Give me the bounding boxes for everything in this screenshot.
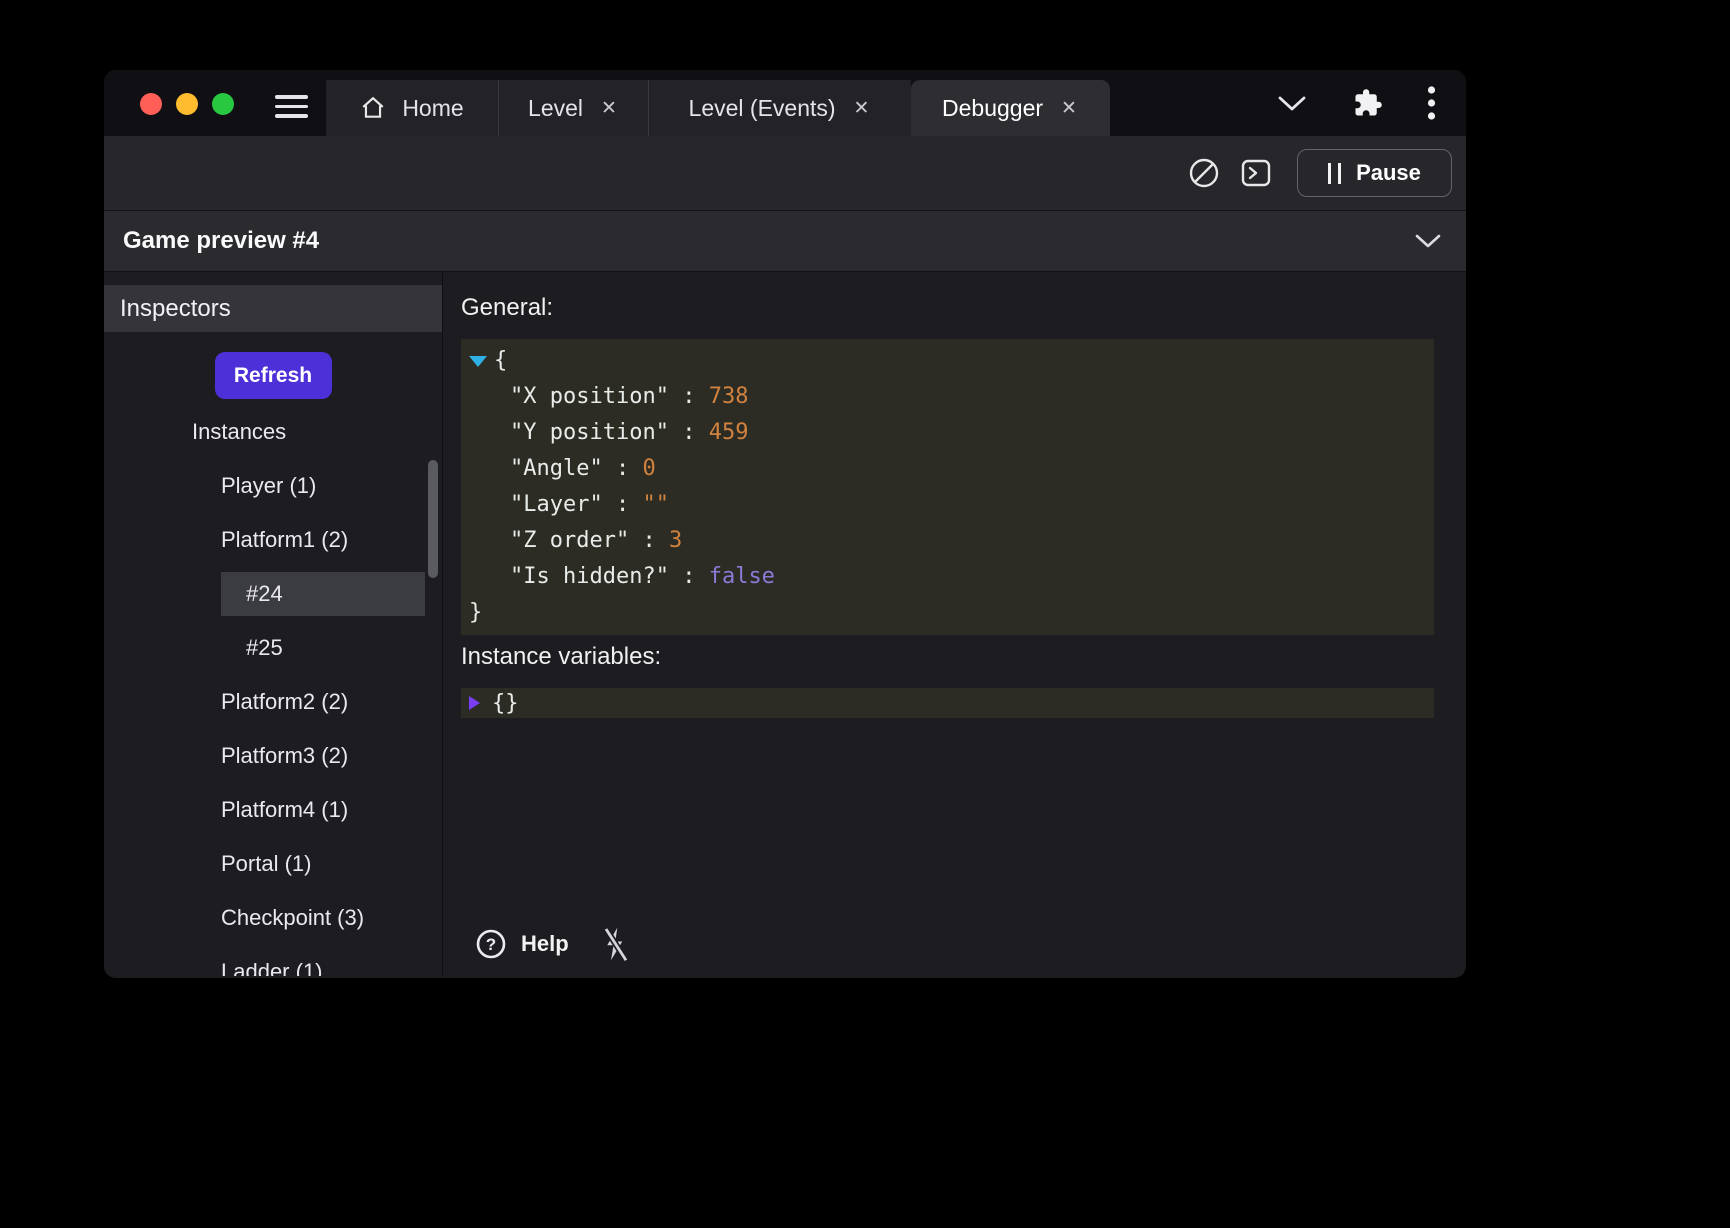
titlebar: Home Level ✕ Level (Events) ✕ Debugger ✕	[104, 70, 1466, 136]
main-menu-icon[interactable]	[275, 95, 308, 118]
tab-debugger[interactable]: Debugger ✕	[911, 80, 1110, 136]
help-icon[interactable]: ?	[475, 928, 507, 960]
tree-item-instance-25[interactable]: #25	[104, 621, 442, 675]
debugger-toolbar: Pause	[104, 136, 1466, 210]
tree-item-platform4[interactable]: Platform4 (1)	[104, 783, 442, 837]
general-json-view: { "X position" : 738 "Y position" : 459 …	[461, 339, 1434, 635]
tab-label: Debugger	[942, 95, 1043, 122]
more-options-kebab-icon[interactable]	[1427, 85, 1436, 121]
help-label[interactable]: Help	[521, 931, 569, 957]
tree-item-instance-24[interactable]: #24	[104, 567, 442, 621]
json-property-row[interactable]: "Z order" : 3	[461, 523, 1434, 559]
question-mark-glyph: ?	[486, 935, 496, 954]
window-controls	[140, 93, 234, 115]
inspectors-header-label: Inspectors	[120, 295, 231, 323]
flash-off-icon[interactable]	[601, 925, 631, 963]
game-preview-header: Game preview #4	[104, 210, 1466, 272]
refresh-button[interactable]: Refresh	[215, 352, 332, 399]
json-property-row[interactable]: "X position" : 738	[461, 379, 1434, 415]
json-close-line: }	[461, 595, 1434, 631]
console-button[interactable]	[1237, 154, 1275, 192]
tree-item-checkpoint[interactable]: Checkpoint (3)	[104, 891, 442, 945]
pause-icon	[1328, 163, 1341, 184]
console-icon	[1238, 155, 1274, 191]
json-property-row[interactable]: "Angle" : 0	[461, 451, 1434, 487]
profiler-button[interactable]	[1185, 154, 1223, 192]
preview-title: Game preview #4	[123, 227, 319, 255]
tree-item-platform1[interactable]: Platform1 (2)	[104, 513, 442, 567]
zoom-window-button[interactable]	[212, 93, 234, 115]
json-root-line: {	[461, 343, 1434, 379]
collapse-triangle-icon[interactable]	[469, 356, 487, 367]
tab-close-icon[interactable]: ✕	[852, 97, 872, 120]
json-property-row[interactable]: "Layer" : ""	[461, 487, 1434, 523]
tab-level-events[interactable]: Level (Events) ✕	[648, 80, 911, 136]
open-brace: {	[494, 343, 507, 379]
desktop-background: Home Level ✕ Level (Events) ✕ Debugger ✕	[0, 0, 1730, 1228]
inspectors-header: Inspectors	[104, 285, 442, 332]
inspectors-sidebar: Inspectors Refresh Instances Player (1) …	[104, 272, 443, 976]
tab-close-icon[interactable]: ✕	[599, 97, 619, 120]
tree-item-portal[interactable]: Portal (1)	[104, 837, 442, 891]
tree-item-platform2[interactable]: Platform2 (2)	[104, 675, 442, 729]
tree-item-player[interactable]: Player (1)	[104, 459, 442, 513]
expand-triangle-icon[interactable]	[469, 696, 480, 710]
tab-close-icon[interactable]: ✕	[1059, 97, 1079, 120]
pause-button[interactable]: Pause	[1297, 149, 1452, 197]
instance-variables-value: {}	[492, 691, 519, 716]
close-window-button[interactable]	[140, 93, 162, 115]
tree-item-instances[interactable]: Instances	[104, 405, 442, 459]
instance-variables-label: Instance variables:	[461, 643, 1434, 673]
tab-label: Home	[402, 95, 463, 122]
minimize-window-button[interactable]	[176, 93, 198, 115]
titlebar-right-icons	[1277, 70, 1466, 136]
extensions-puzzle-icon[interactable]	[1353, 88, 1383, 118]
tab-label: Level	[528, 95, 583, 122]
instance-inspector-panel: General: { "X position" : 738 "Y positio…	[443, 272, 1466, 976]
instances-tree: Instances Player (1) Platform1 (2) #24 #…	[104, 405, 442, 976]
json-property-row[interactable]: "Y position" : 459	[461, 415, 1434, 451]
circle-slash-icon	[1186, 155, 1222, 191]
instance-variables-json-view[interactable]: {}	[461, 688, 1434, 718]
pause-button-label: Pause	[1356, 160, 1421, 186]
debugger-window: Home Level ✕ Level (Events) ✕ Debugger ✕	[104, 70, 1466, 978]
tree-item-platform3[interactable]: Platform3 (2)	[104, 729, 442, 783]
footer-help-row: ? Help	[475, 925, 631, 963]
debugger-content: Inspectors Refresh Instances Player (1) …	[104, 272, 1466, 976]
tab-label: Level (Events)	[689, 95, 836, 122]
tab-strip: Home Level ✕ Level (Events) ✕ Debugger ✕	[326, 80, 1110, 136]
close-brace: }	[469, 595, 482, 631]
tab-level[interactable]: Level ✕	[498, 80, 648, 136]
home-icon	[360, 95, 386, 121]
chevron-down-icon[interactable]	[1277, 95, 1307, 112]
tab-home[interactable]: Home	[326, 80, 498, 136]
sidebar-scrollbar[interactable]	[428, 460, 438, 578]
chevron-down-icon[interactable]	[1414, 233, 1442, 249]
tree-item-ladder[interactable]: Ladder (1)	[104, 945, 442, 976]
json-property-row[interactable]: "Is hidden?" : false	[461, 559, 1434, 595]
general-section-label: General:	[461, 294, 1434, 324]
